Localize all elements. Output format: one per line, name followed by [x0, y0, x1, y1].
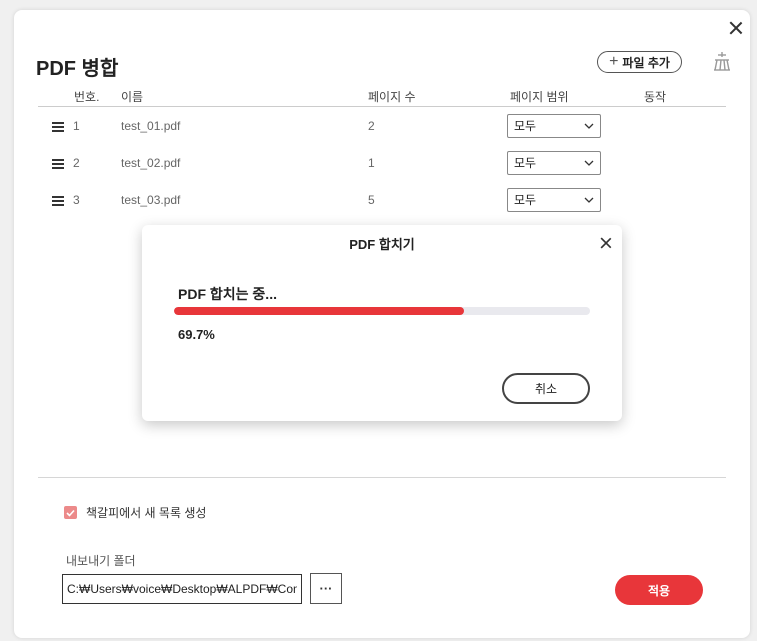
- file-number: 1: [73, 119, 80, 133]
- chevron-down-icon: [584, 123, 594, 129]
- bookmark-checkbox[interactable]: [64, 506, 77, 519]
- apply-button[interactable]: 적용: [615, 575, 703, 605]
- progress-percent: 69.7%: [178, 327, 215, 342]
- drag-handle-icon[interactable]: [52, 196, 64, 206]
- column-action: 동작: [644, 90, 667, 104]
- page-range-select[interactable]: 모두: [507, 151, 601, 175]
- page-title: PDF 병합: [36, 58, 119, 80]
- file-number: 3: [73, 193, 80, 207]
- column-number: 번호.: [74, 90, 100, 104]
- dialog-title: PDF 합치기: [349, 237, 415, 252]
- bookmark-option-label: 책갈피에서 새 목록 생성: [86, 506, 207, 520]
- add-file-label: 파일 추가: [622, 55, 670, 70]
- checkmark-icon: [66, 509, 75, 517]
- file-row: 3 test_03.pdf 5 모두: [14, 188, 750, 214]
- file-name: test_02.pdf: [121, 156, 181, 170]
- export-folder-label: 내보내기 폴더: [66, 554, 136, 568]
- file-number: 2: [73, 156, 80, 170]
- cancel-button[interactable]: 취소: [502, 373, 590, 404]
- bookmark-option: 책갈피에서 새 목록 생성: [64, 504, 206, 521]
- dialog-close-icon[interactable]: [599, 236, 613, 250]
- drag-handle-icon[interactable]: [52, 122, 64, 132]
- progress-status: PDF 합치는 중...: [178, 286, 277, 302]
- browse-folder-button[interactable]: ···: [310, 573, 342, 604]
- file-row: 1 test_01.pdf 2 모두: [14, 114, 750, 140]
- file-page-count: 2: [368, 119, 375, 133]
- merge-progress-dialog: PDF 합치기 PDF 합치는 중... 69.7% 취소: [142, 225, 622, 421]
- file-name: test_03.pdf: [121, 193, 181, 207]
- page-range-value: 모두: [514, 119, 537, 133]
- file-row: 2 test_02.pdf 1 모두: [14, 151, 750, 177]
- page-range-select[interactable]: 모두: [507, 114, 601, 138]
- column-name: 이름: [121, 90, 144, 104]
- header-divider: [38, 106, 726, 107]
- column-pages: 페이지 수: [368, 90, 416, 104]
- file-name: test_01.pdf: [121, 119, 181, 133]
- add-file-button[interactable]: + 파일 추가: [597, 51, 682, 73]
- column-page-range: 페이지 범위: [510, 90, 569, 104]
- clear-list-icon[interactable]: [712, 51, 732, 73]
- page-range-value: 모두: [514, 193, 537, 207]
- chevron-down-icon: [584, 197, 594, 203]
- page-range-value: 모두: [514, 156, 537, 170]
- chevron-down-icon: [584, 160, 594, 166]
- progress-fill: [174, 307, 464, 315]
- export-folder-input[interactable]: [62, 574, 302, 604]
- window-close-icon[interactable]: [728, 20, 744, 36]
- file-page-count: 1: [368, 156, 375, 170]
- progress-bar: [174, 307, 590, 315]
- page-range-select[interactable]: 모두: [507, 188, 601, 212]
- section-divider: [38, 477, 726, 478]
- file-page-count: 5: [368, 193, 375, 207]
- drag-handle-icon[interactable]: [52, 159, 64, 169]
- plus-icon: +: [609, 53, 619, 70]
